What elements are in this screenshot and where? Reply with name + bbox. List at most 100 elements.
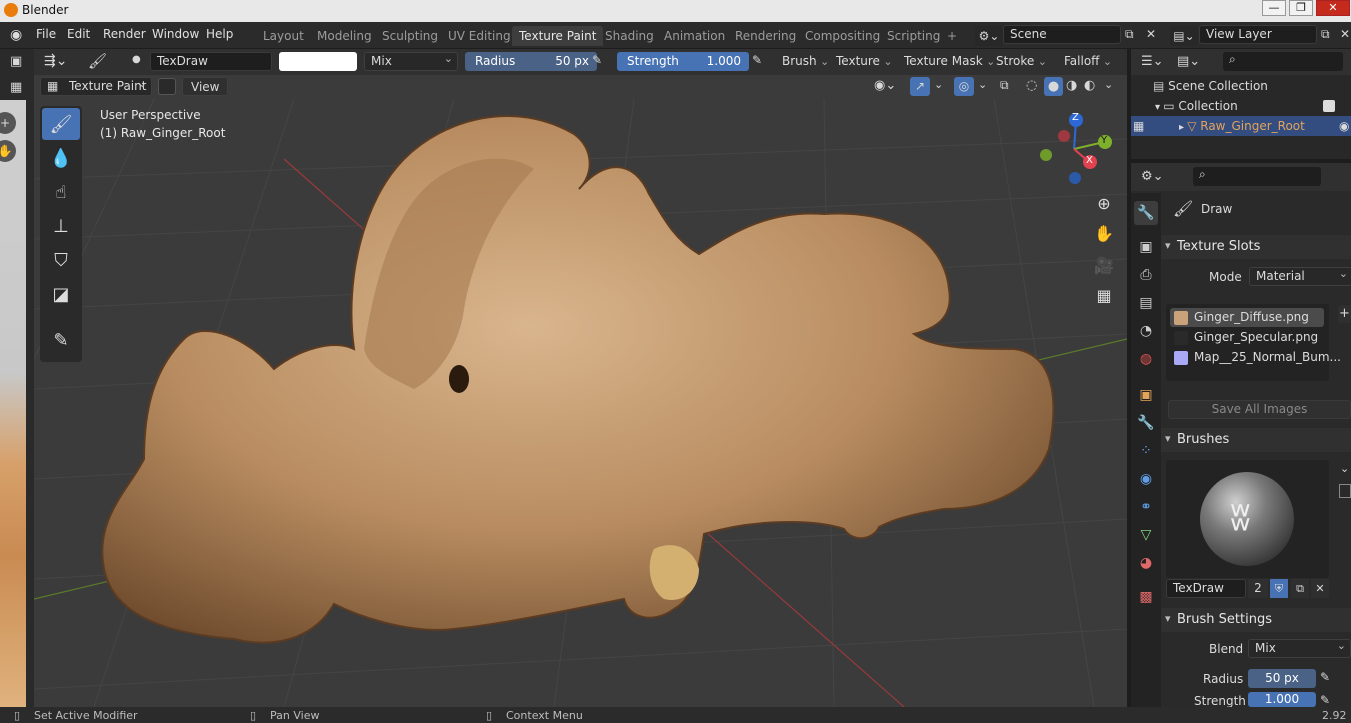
wireframe-shading-icon[interactable]: ◌ — [1026, 78, 1037, 93]
tab-layout[interactable]: Layout — [256, 26, 311, 46]
smear-tool-icon[interactable]: ☝ — [42, 176, 80, 208]
texture-slot[interactable]: Map__25_Normal_Bum... — [1170, 348, 1341, 367]
texture-slot[interactable]: Ginger_Specular.png — [1170, 328, 1324, 347]
brush-strength-slider[interactable]: 1.000 — [1248, 692, 1316, 707]
view-layer-tab-icon[interactable]: ▤ — [1134, 291, 1158, 315]
menu-edit[interactable]: Edit — [67, 27, 90, 41]
outliner-search-field[interactable]: ⌕ — [1223, 52, 1343, 71]
output-tab-icon[interactable]: ⎙ — [1134, 263, 1158, 287]
falloff-menu[interactable]: Falloff — [1060, 52, 1112, 71]
brush-menu[interactable]: Brush — [778, 52, 829, 71]
fill-tool-icon[interactable]: ⛉ — [42, 244, 80, 276]
tab-texture-paint[interactable]: Texture Paint — [512, 26, 604, 46]
visibility-icon[interactable]: ◉⌄ — [874, 78, 896, 93]
radius-slider[interactable]: Radius 50 px — [465, 52, 597, 71]
unlink-brush-icon[interactable]: ✕ — [1311, 579, 1329, 598]
clone-tool-icon[interactable]: ⊥ — [42, 210, 80, 242]
stroke-menu[interactable]: Stroke — [992, 52, 1047, 71]
radius-pressure-icon[interactable]: ✎ — [592, 53, 602, 67]
duplicate-brush-icon[interactable]: ⧉ — [1291, 579, 1309, 598]
data-tab-icon[interactable]: ▽ — [1134, 523, 1158, 547]
world-tab-icon[interactable]: ◍ — [1134, 347, 1158, 371]
texture-slot[interactable]: Ginger_Diffuse.png — [1170, 308, 1324, 327]
navigation-gizmo[interactable]: Z Y X — [1034, 109, 1114, 189]
blender-menu-icon[interactable]: ◉ — [10, 27, 22, 43]
strength-slider[interactable]: Strength 1.000 — [617, 52, 749, 71]
remove-view-layer-icon[interactable]: ✕ — [1340, 27, 1350, 41]
view-menu[interactable]: View — [182, 77, 229, 96]
gizmo-toggle-icon[interactable]: ↗ — [910, 77, 930, 96]
collection-row[interactable]: ▾ ▭ Collection — [1131, 96, 1351, 116]
outliner-editor-icon[interactable]: ☰⌄ — [1141, 54, 1164, 69]
mode-dropdown[interactable]: Material — [1249, 265, 1351, 286]
menu-file[interactable]: File — [36, 27, 56, 41]
3d-viewport[interactable]: User Perspective (1) Raw_Ginger_Root Z Y… — [34, 49, 1127, 707]
annotate-tool-icon[interactable]: ✎ — [42, 324, 80, 356]
visibility-eye-icon[interactable]: ◉ — [1339, 116, 1349, 136]
brush-browse-icon[interactable]: ● — [132, 54, 141, 65]
texture-tab-icon[interactable]: ▩ — [1134, 585, 1158, 609]
strength-pressure-icon[interactable]: ✎ — [752, 53, 762, 67]
ginger-root-model[interactable] — [34, 49, 1127, 707]
remove-scene-icon[interactable]: ✕ — [1146, 27, 1156, 41]
scene-tab-icon[interactable]: ◔ — [1134, 319, 1158, 343]
brush-users-count[interactable]: 2 — [1248, 579, 1268, 598]
pan-hand-icon[interactable]: ✋ — [1092, 222, 1116, 246]
tab-uv-editing[interactable]: UV Editing — [441, 26, 518, 46]
add-workspace-button[interactable]: + — [940, 26, 964, 46]
expand-collection-icon[interactable]: ▾ — [1155, 102, 1163, 113]
zoom-icon[interactable]: ⊕ — [1092, 192, 1116, 216]
mode-icon[interactable]: ▦ — [10, 80, 22, 95]
camera-view-icon[interactable]: 🎥 — [1092, 254, 1116, 278]
close-button[interactable]: ✕ — [1316, 0, 1350, 16]
add-slot-icon[interactable]: + — [1338, 305, 1351, 323]
menu-render[interactable]: Render — [103, 27, 146, 41]
minimize-button[interactable]: — — [1262, 0, 1286, 16]
tool-mode-icon[interactable]: ⇶⌄ — [44, 53, 67, 69]
brushes-panel-header[interactable]: Brushes — [1161, 427, 1351, 452]
texture-slots-panel-header[interactable]: Texture Slots — [1161, 234, 1351, 259]
physics-tab-icon[interactable]: ◉ — [1134, 467, 1158, 491]
render-tab-icon[interactable]: ▣ — [1134, 235, 1158, 259]
scene-icon[interactable]: ⚙⌄ — [975, 26, 1003, 46]
interaction-mode-dropdown[interactable]: ▦ Texture Paint — [40, 75, 152, 96]
maximize-button[interactable]: ❐ — [1289, 0, 1313, 16]
tab-sculpting[interactable]: Sculpting — [375, 26, 445, 46]
tab-animation[interactable]: Animation — [657, 26, 732, 46]
mask-tool-icon[interactable]: ◪ — [42, 278, 80, 310]
zoom-icon[interactable]: + — [0, 112, 16, 134]
tab-compositing[interactable]: Compositing — [798, 26, 887, 46]
expand-object-icon[interactable]: ▸ — [1179, 122, 1187, 133]
scene-collection-row[interactable]: ▤ Scene Collection — [1131, 76, 1351, 96]
brush-color-swatch[interactable] — [279, 52, 357, 71]
strength-pressure-toggle-icon[interactable]: ✎ — [1320, 693, 1330, 707]
blend-mode-dropdown[interactable]: Mix — [364, 50, 458, 71]
shading-dropdown-icon[interactable]: ⌄ — [1104, 78, 1113, 91]
constraints-tab-icon[interactable]: ⚭ — [1134, 495, 1158, 519]
save-all-images-button[interactable]: Save All Images — [1168, 400, 1351, 419]
display-mode-icon[interactable]: ▤⌄ — [1177, 54, 1200, 69]
brush-browse-icon[interactable]: ⌄ — [1340, 462, 1349, 475]
draw-tool-icon[interactable]: 🖌 — [42, 108, 80, 140]
brush-image-icon[interactable] — [1339, 484, 1351, 498]
brush-icon[interactable]: 🖌 — [88, 52, 107, 70]
tool-tab-icon[interactable]: 🔧 — [1134, 201, 1158, 225]
rendered-shading-icon[interactable]: ◐ — [1084, 78, 1095, 93]
brush-datablock-field[interactable]: TexDraw — [1166, 579, 1246, 598]
new-view-layer-icon[interactable]: ⧉ — [1321, 27, 1330, 42]
view-layer-icon[interactable]: ▤⌄ — [1170, 26, 1198, 46]
solid-shading-icon[interactable]: ● — [1044, 77, 1063, 96]
hand-icon[interactable]: ✋ — [0, 140, 16, 162]
xray-toggle-icon[interactable]: ⧉ — [1000, 78, 1009, 93]
properties-editor-icon[interactable]: ⚙⌄ — [1141, 169, 1164, 184]
overlays-toggle-icon[interactable]: ◎ — [954, 77, 974, 96]
brush-name-field[interactable]: TexDraw — [150, 52, 272, 71]
properties-search-field[interactable]: ⌕ — [1193, 167, 1321, 186]
brush-settings-panel-header[interactable]: Brush Settings — [1161, 607, 1351, 632]
texture-mask-menu[interactable]: Texture Mask — [900, 52, 995, 71]
new-scene-icon[interactable]: ⧉ — [1125, 27, 1134, 42]
modifier-tab-icon[interactable]: 🔧 — [1134, 411, 1158, 435]
menu-help[interactable]: Help — [206, 27, 233, 41]
radius-pressure-toggle-icon[interactable]: ✎ — [1320, 670, 1330, 684]
material-tab-icon[interactable]: ◕ — [1134, 551, 1158, 575]
